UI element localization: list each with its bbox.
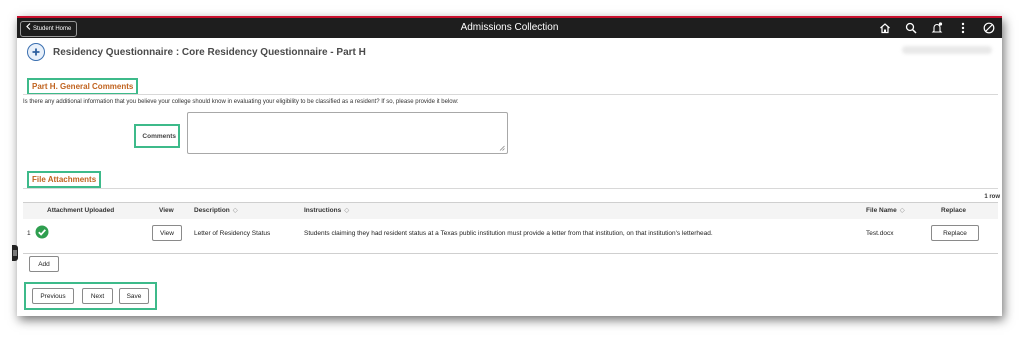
instructions-cell: Students claiming they had resident stat… (304, 230, 713, 237)
view-button[interactable]: View (152, 225, 182, 241)
attachments-grid: Attachment Uploaded View Description ◇ I… (23, 202, 998, 254)
col-instructions[interactable]: Instructions ◇ (304, 203, 350, 219)
comments-label: Comments (134, 124, 180, 148)
check-circle-icon (35, 225, 49, 244)
col-description[interactable]: Description ◇ (194, 203, 238, 219)
description-cell: Letter of Residency Status (194, 230, 271, 237)
col-file-name-label: File Name (866, 207, 897, 214)
divider (23, 188, 998, 189)
row-number: 1 (27, 230, 31, 237)
save-button[interactable]: Save (119, 288, 149, 304)
search-icon[interactable] (904, 20, 918, 36)
file-name-cell: Test.docx (866, 230, 894, 237)
app-title: Admissions Collection (460, 22, 559, 33)
home-icon[interactable] (878, 20, 892, 36)
navigation-buttons: Previous Next Save (24, 282, 157, 310)
app-window: Student Home Admissions Collection Resid… (17, 16, 1002, 316)
top-bar: Student Home Admissions Collection (17, 16, 1002, 38)
col-file-name[interactable]: File Name ◇ (866, 203, 905, 219)
row-count: 1 row (984, 194, 1000, 200)
col-replace: Replace (941, 203, 966, 219)
col-description-label: Description (194, 207, 230, 214)
col-instructions-label: Instructions (304, 207, 342, 214)
comments-question: Is there any additional information that… (23, 99, 459, 105)
bell-icon[interactable] (930, 20, 944, 36)
next-button[interactable]: Next (82, 288, 113, 304)
drag-handle-icon (13, 250, 17, 256)
file-attachments-section-title: File Attachments (27, 171, 102, 188)
sort-icon: ◇ (899, 207, 905, 214)
page-title: Residency Questionnaire : Core Residency… (53, 46, 366, 58)
resize-grip-icon[interactable] (499, 145, 505, 151)
previous-button[interactable]: Previous (32, 288, 74, 304)
replace-button[interactable]: Replace (931, 225, 979, 241)
side-panel-toggle[interactable] (12, 245, 18, 261)
sort-icon: ◇ (232, 207, 238, 214)
add-button[interactable]: Add (29, 256, 59, 272)
comments-textarea[interactable] (187, 112, 508, 154)
nav-icon[interactable] (982, 20, 996, 36)
sort-icon: ◇ (344, 207, 350, 214)
blurred-user-info (902, 46, 992, 54)
divider (23, 94, 998, 95)
more-icon[interactable] (956, 20, 970, 36)
part-h-section-title: Part H. General Comments (27, 78, 139, 95)
col-attachment-uploaded: Attachment Uploaded (47, 203, 115, 219)
col-view: View (159, 203, 174, 219)
add-icon[interactable] (27, 43, 45, 61)
